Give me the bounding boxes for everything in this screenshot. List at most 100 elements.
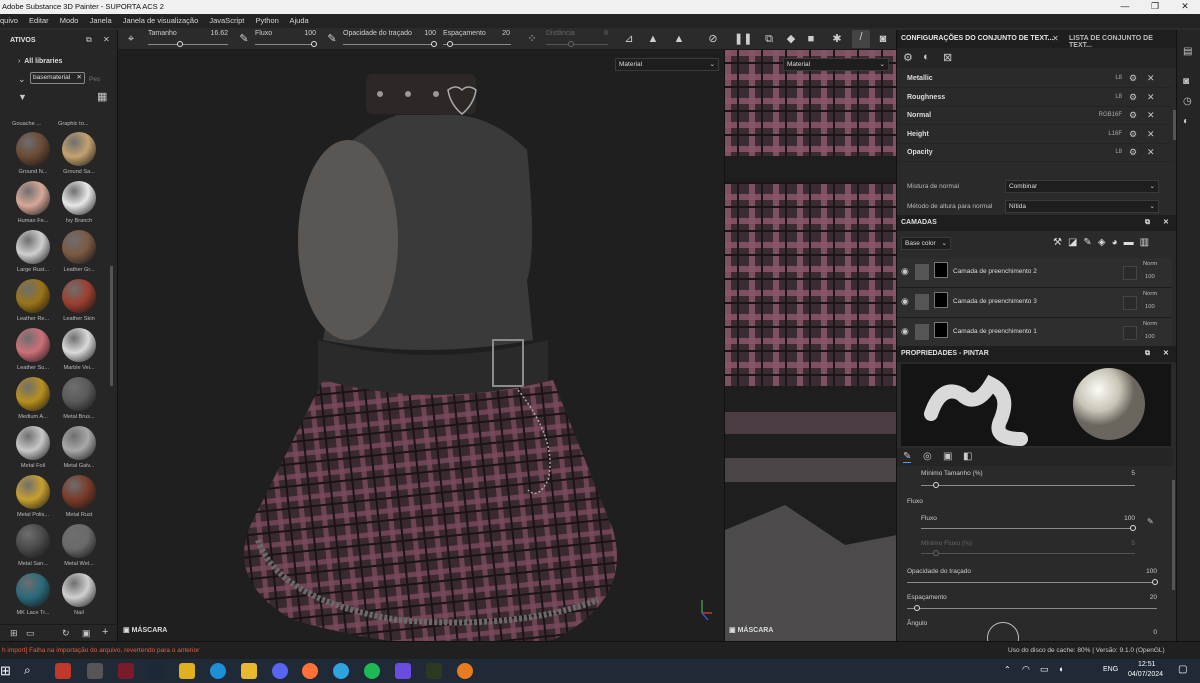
- mask-toggle[interactable]: ▣ MÁSCARA: [123, 626, 167, 634]
- spacing-value[interactable]: 20: [1127, 594, 1157, 601]
- channel-row[interactable]: Normal RGB16F ⚙ ✕: [897, 107, 1172, 125]
- flow-slider[interactable]: [921, 528, 1135, 529]
- visibility-eye-icon[interactable]: ◉: [901, 326, 909, 337]
- backface-icon[interactable]: ▲: [672, 32, 686, 46]
- library-icon[interactable]: ▭: [26, 628, 35, 639]
- material-thumbnail[interactable]: Nail: [56, 573, 102, 621]
- spacing-slider-handle[interactable]: [447, 41, 453, 47]
- channel-format[interactable]: L8: [1067, 149, 1122, 155]
- min-size-value[interactable]: 5: [1105, 470, 1135, 477]
- history-icon[interactable]: ◷: [1183, 96, 1192, 107]
- min-size-slider[interactable]: [921, 485, 1135, 486]
- stroke-icon[interactable]: ⁘: [525, 32, 539, 46]
- size-value[interactable]: 16.62: [196, 30, 228, 37]
- app-icon[interactable]: [179, 663, 195, 679]
- viewport-2d[interactable]: Material ⌄ ▣ MÁSCARA: [724, 50, 897, 641]
- layer-opacity-value[interactable]: 100: [1145, 334, 1155, 340]
- fx-icon[interactable]: ⚒: [1053, 237, 1068, 248]
- remove-channel-icon[interactable]: ✕: [1147, 110, 1155, 121]
- properties-scrollbar[interactable]: [1172, 480, 1175, 590]
- chevron-up-icon[interactable]: ⌃: [1004, 665, 1011, 674]
- menu-file[interactable]: quivo: [0, 16, 18, 25]
- material-thumbnail[interactable]: Metal Polis...: [10, 475, 56, 523]
- menu-python[interactable]: Python: [255, 16, 278, 25]
- material-thumbnail[interactable]: MK Lace Tr...: [10, 573, 56, 621]
- material-thumbnail[interactable]: Ivy Branch: [56, 181, 102, 229]
- paint-brush-icon[interactable]: /: [852, 30, 870, 48]
- mask-icon[interactable]: ◪: [1068, 237, 1083, 248]
- filter-icon[interactable]: ▼: [18, 92, 27, 102]
- blender-icon[interactable]: [457, 663, 473, 679]
- angle-value[interactable]: 0: [1127, 629, 1157, 636]
- search-icon[interactable]: ⌕: [24, 663, 31, 678]
- menu-javascript[interactable]: JavaScript: [209, 16, 244, 25]
- remove-channel-icon[interactable]: ✕: [1147, 129, 1155, 140]
- material-thumbnail[interactable]: Ground N...: [10, 132, 56, 180]
- minimize-button[interactable]: —: [1110, 0, 1140, 14]
- opacity-slider-handle[interactable]: [431, 41, 437, 47]
- layer-opacity-value[interactable]: 100: [1145, 274, 1155, 280]
- fill-icon[interactable]: ◈: [1098, 237, 1112, 248]
- channel-format[interactable]: L8: [1067, 94, 1122, 100]
- assets-scrollbar[interactable]: [110, 266, 113, 386]
- min-size-slider-handle[interactable]: [933, 482, 939, 488]
- channel-settings-icon[interactable]: ⚙: [1129, 110, 1137, 121]
- opacity-value[interactable]: 100: [406, 30, 436, 37]
- spacing-slider[interactable]: [907, 608, 1157, 609]
- material-thumbnail[interactable]: Metal San...: [10, 524, 56, 572]
- layer-row[interactable]: ◉ Camada de preenchimento 3 Norm 100: [897, 288, 1172, 318]
- min-flow-value[interactable]: 5: [1105, 540, 1135, 547]
- app-icon[interactable]: [210, 663, 226, 679]
- layer-mask-thumbnail[interactable]: [934, 322, 948, 338]
- layer-opacity-value[interactable]: 100: [1145, 304, 1155, 310]
- channel-settings-icon[interactable]: ⚙: [1129, 147, 1137, 158]
- view-mode-icon[interactable]: ⧉: [762, 32, 776, 46]
- material-thumbnail[interactable]: Marble Vei...: [56, 328, 102, 376]
- flow-slider-handle[interactable]: [311, 41, 317, 47]
- display-settings-icon[interactable]: ◙: [1183, 76, 1189, 87]
- flow-value[interactable]: 100: [286, 30, 316, 37]
- layer-mask-thumbnail[interactable]: [934, 262, 948, 278]
- channel-row[interactable]: Height L16F ⚙ ✕: [897, 126, 1172, 144]
- settings-icon[interactable]: ⚙: [903, 51, 913, 64]
- brush-tab-icon[interactable]: ✎: [903, 451, 912, 463]
- app-icon[interactable]: [118, 663, 134, 679]
- stroke-opacity-slider[interactable]: [907, 582, 1157, 583]
- view-toggle-icon[interactable]: ⊘: [706, 32, 720, 46]
- material-thumbnail[interactable]: Leather Gr...: [56, 230, 102, 278]
- alignment-icon[interactable]: ▲: [646, 32, 660, 46]
- layer-channel-select[interactable]: Base color ⌄: [901, 237, 951, 250]
- remove-channel-icon[interactable]: ✕: [1147, 147, 1155, 158]
- close-tab-icon[interactable]: ✕: [1052, 34, 1059, 43]
- steam-icon[interactable]: [148, 663, 164, 679]
- material-thumbnail[interactable]: Human Fe...: [10, 181, 56, 229]
- material-thumbnail[interactable]: Ground Sa...: [56, 132, 102, 180]
- menu-mode[interactable]: Modo: [60, 16, 79, 25]
- min-flow-slider-handle[interactable]: [933, 550, 939, 556]
- maximize-button[interactable]: ❐: [1140, 0, 1170, 14]
- size-slider-handle[interactable]: [177, 41, 183, 47]
- material-tab-icon[interactable]: ◧: [963, 451, 972, 462]
- distance-value[interactable]: 8: [578, 30, 608, 37]
- app-icon[interactable]: [55, 663, 71, 679]
- symmetry-icon[interactable]: ⊿: [622, 32, 636, 46]
- remove-channel-icon[interactable]: ✕: [1147, 92, 1155, 103]
- volume-icon[interactable]: ◖: [1058, 664, 1063, 674]
- app-icon[interactable]: [87, 663, 103, 679]
- height-method-select[interactable]: Nítida ⌄: [1005, 200, 1159, 213]
- uv-icon[interactable]: ⊠: [943, 51, 952, 64]
- material-thumbnail[interactable]: Metal Wel...: [56, 524, 102, 572]
- refresh-icon[interactable]: ↻: [62, 628, 70, 639]
- channel-settings-icon[interactable]: ⚙: [1129, 92, 1137, 103]
- trash-icon[interactable]: ▥: [1140, 237, 1155, 248]
- firefox-icon[interactable]: [302, 663, 318, 679]
- min-flow-slider[interactable]: [921, 553, 1135, 554]
- close-button[interactable]: ✕: [1170, 0, 1200, 14]
- folder-icon[interactable]: ▣: [82, 628, 91, 639]
- material-thumbnail[interactable]: Large Rust...: [10, 230, 56, 278]
- undock-icon[interactable]: ⧉: [86, 35, 92, 45]
- material-thumbnail[interactable]: Metal Brus...: [56, 377, 102, 425]
- menu-edit[interactable]: Editar: [29, 16, 49, 25]
- spotify-icon[interactable]: [364, 663, 380, 679]
- close-panel-icon[interactable]: ✕: [1163, 215, 1169, 231]
